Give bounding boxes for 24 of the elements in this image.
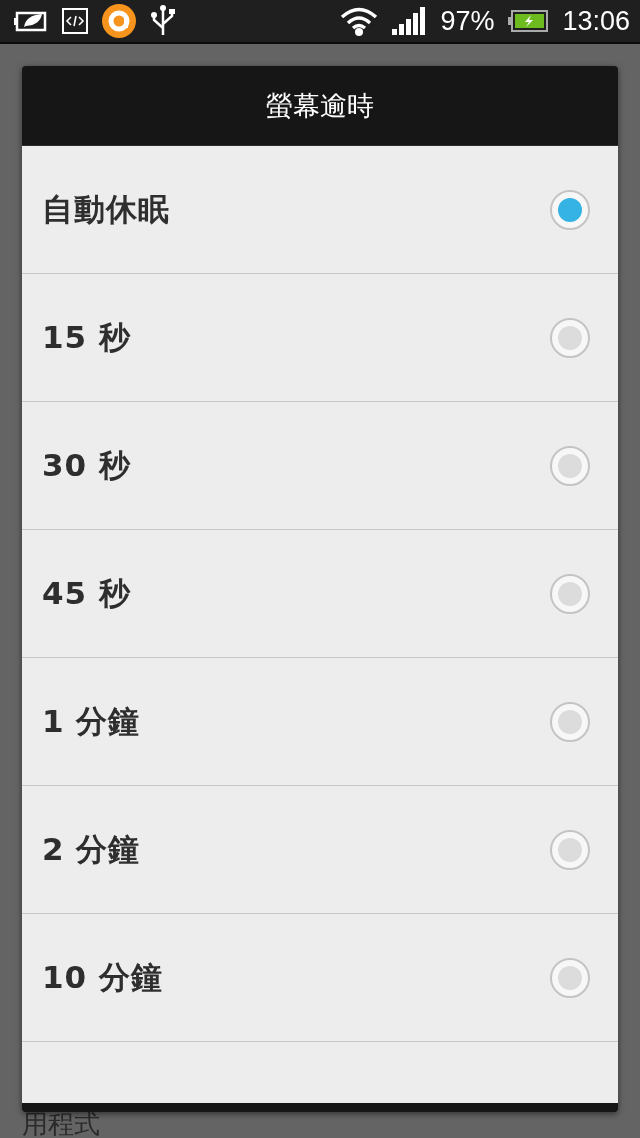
clock-time: 13:06 (562, 5, 630, 37)
option-label: 2 分鐘 (42, 829, 141, 869)
radio-button[interactable] (550, 573, 590, 614)
option-label: 30 秒 (42, 445, 131, 485)
option-label: 1 分鐘 (42, 701, 141, 741)
battery-percent: 97% (440, 5, 495, 37)
radio-button[interactable] (550, 701, 590, 742)
app-icon (102, 4, 136, 38)
radio-button[interactable] (550, 317, 590, 358)
option-label: 15 秒 (42, 317, 131, 357)
battery-saver-icon (14, 9, 48, 33)
wifi-icon (340, 6, 379, 36)
option-label: 自動休眠 (42, 189, 170, 229)
option-label: 10 分鐘 (42, 957, 163, 997)
radio-button[interactable] (550, 957, 590, 998)
option-label: 45 秒 (42, 573, 131, 613)
background-text: 用程式 (22, 1108, 100, 1138)
radio-button[interactable] (550, 829, 590, 870)
signal-icon (392, 7, 427, 35)
battery-icon (508, 10, 549, 32)
radio-button[interactable] (550, 189, 590, 230)
radio-button[interactable] (550, 445, 590, 486)
code-icon (62, 8, 88, 34)
usb-icon (150, 4, 176, 38)
